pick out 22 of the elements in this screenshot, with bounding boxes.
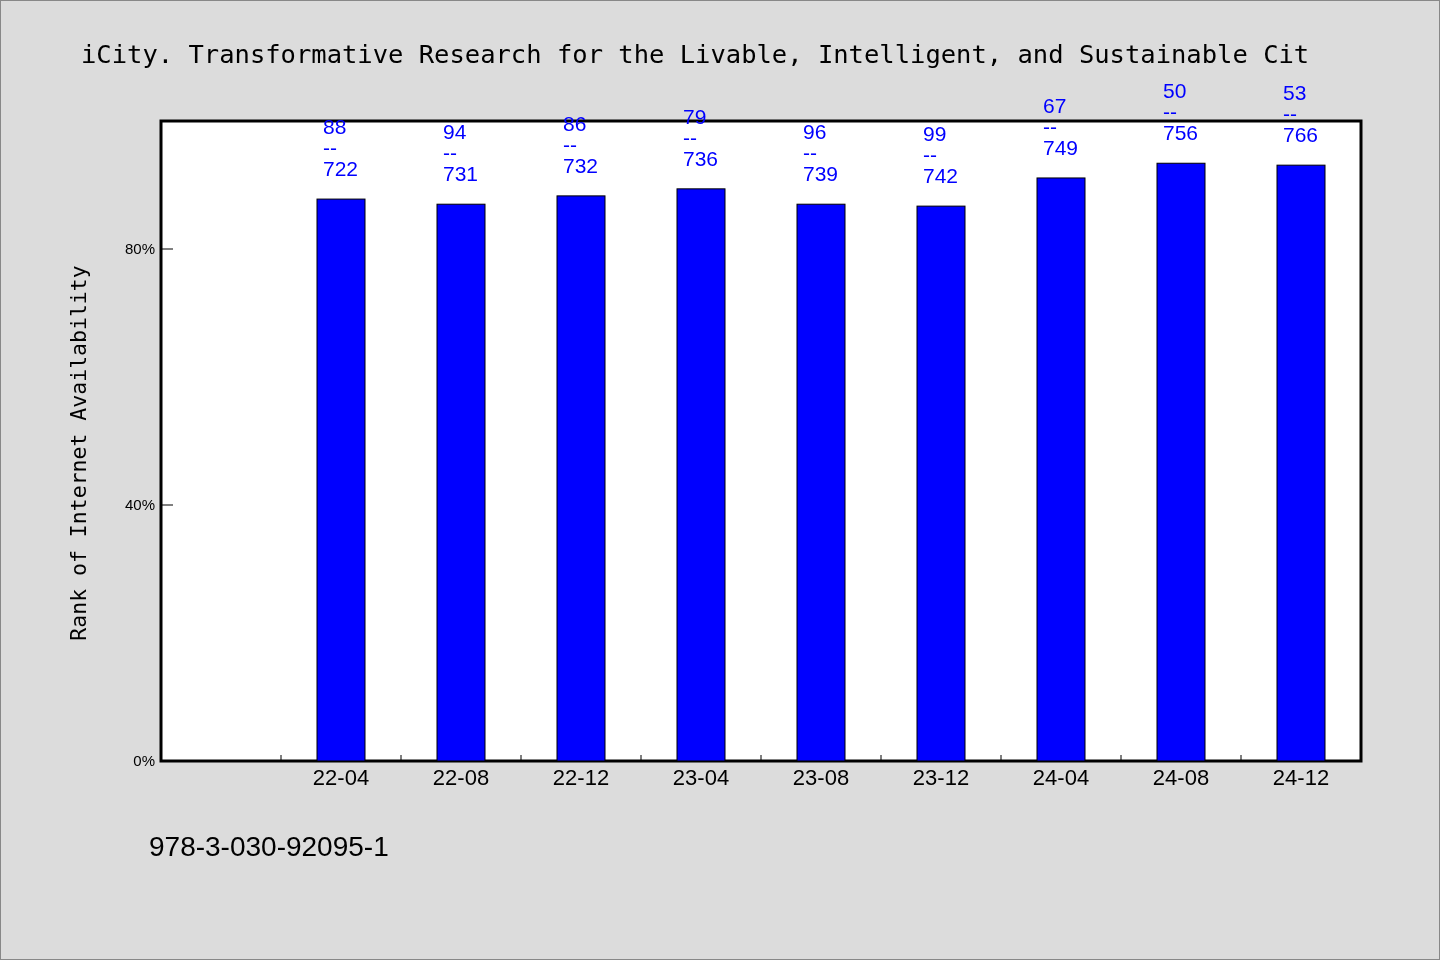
axis-label: 23-08: [792, 765, 850, 790]
annotation-label: 50 -- 756: [1163, 79, 1199, 145]
annotation-label: 94 -- 731: [443, 120, 479, 186]
tick-label: 40%: [124, 496, 155, 513]
axis-label: 24-12: [1272, 765, 1330, 790]
axis-label: 22-04: [312, 765, 370, 790]
annotation-label: 88 -- 722: [323, 115, 359, 181]
annotation-label: 53 -- 766: [1283, 81, 1319, 147]
axis-title: Rank of Internet Availability: [66, 265, 91, 641]
axis-label: 22-12: [552, 765, 610, 790]
axis-label: 22-08: [432, 765, 490, 790]
axis-label: 23-12: [912, 765, 970, 790]
footer-text: 978-3-030-92095-1: [149, 831, 390, 863]
tick-label: 80%: [124, 240, 155, 257]
chart-title: iCity. Transformative Research for the Livable, Intelligent, and Sustainable Cit: [81, 38, 1311, 71]
tick-label: 0%: [133, 752, 155, 769]
annotation-label: 96 -- 739: [803, 120, 839, 186]
annotation-label: 99 -- 742: [923, 122, 959, 188]
axis-label: 24-04: [1032, 765, 1090, 790]
axis-label: 24-08: [1152, 765, 1210, 790]
axis-label: 23-04: [672, 765, 730, 790]
annotation-label: 67 -- 749: [1043, 93, 1079, 159]
